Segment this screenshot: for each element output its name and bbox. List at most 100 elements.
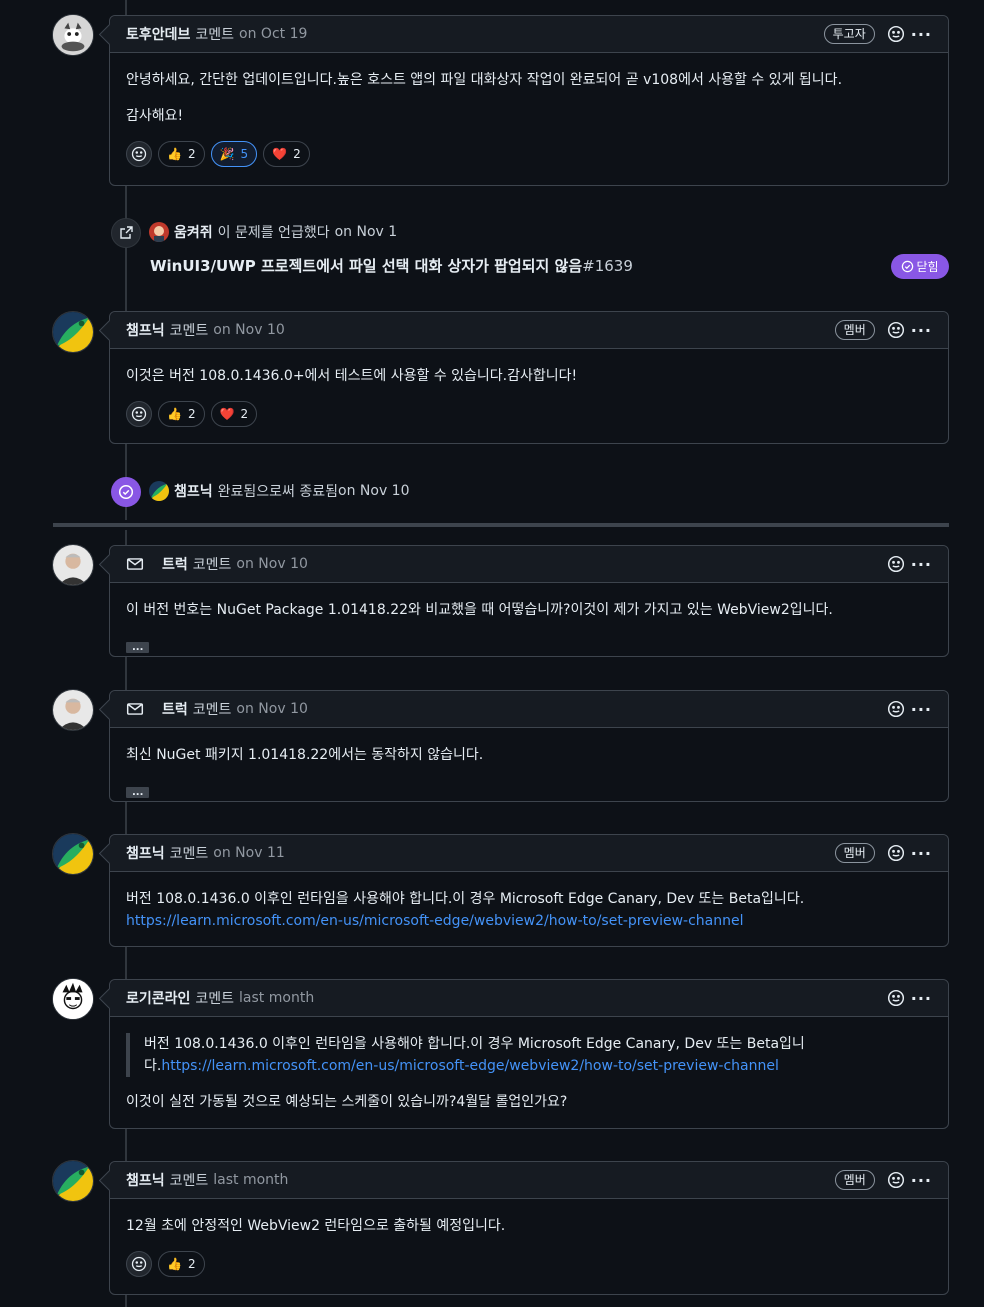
kebab-horizontal-icon[interactable]: ··· bbox=[911, 321, 932, 340]
kebab-horizontal-icon[interactable]: ··· bbox=[911, 1171, 932, 1190]
blockquote: 버전 108.0.1436.0 이후인 런타임을 사용해야 합니다.이 경우 M… bbox=[126, 1033, 932, 1077]
author-role-badge: 멤버 bbox=[834, 320, 875, 340]
reaction-heart[interactable]: ❤️ 2 bbox=[263, 141, 310, 167]
comment-author[interactable]: 챔프닉 bbox=[126, 1170, 165, 1190]
reaction-hooray[interactable]: 🎉 5 bbox=[210, 141, 258, 167]
comment-author[interactable]: 트럭 bbox=[162, 699, 188, 719]
comment-header: 토후안데브 코멘트 on Oct 19 투고자 ··· bbox=[110, 16, 948, 53]
comment-body: 버전 108.0.1436.0 이후인 런타임을 사용해야 합니다.이 경우 M… bbox=[110, 1017, 948, 1127]
event-author[interactable]: 움켜쥐 bbox=[174, 222, 213, 242]
comment-author[interactable]: 로기콘라인 bbox=[126, 988, 190, 1008]
comment-body: 이 버전 번호는 NuGet Package 1.01418.22와 비교했을 … bbox=[110, 583, 948, 671]
kebab-horizontal-icon[interactable]: ··· bbox=[911, 555, 932, 574]
comment-verb: 코멘트 bbox=[169, 846, 209, 862]
comment-verb: 코멘트 bbox=[169, 1173, 209, 1189]
reaction-count: 2 bbox=[240, 407, 249, 421]
kebab-horizontal-icon[interactable]: ··· bbox=[911, 700, 932, 719]
comment-timestamp[interactable]: on Nov 10 bbox=[213, 322, 284, 338]
avatar[interactable] bbox=[52, 544, 94, 586]
reaction-thumbs-up[interactable]: 👍 2 bbox=[158, 401, 205, 427]
thumbs-up-icon: 👍 bbox=[167, 407, 182, 421]
avatar[interactable] bbox=[52, 1160, 94, 1202]
comment-author[interactable]: 토후안데브 bbox=[126, 24, 190, 44]
comment: 챔프닉 코멘트 on Nov 10 멤버 ··· 이것은 버전 108.0.14… bbox=[109, 311, 949, 444]
cross-reference-badge bbox=[111, 218, 141, 248]
issue-state-badge: 닫힘 bbox=[891, 254, 949, 279]
comment-timestamp[interactable]: last month bbox=[213, 1172, 288, 1188]
comment-paragraph: 감사해요! bbox=[126, 108, 184, 124]
timeline-separator bbox=[53, 523, 949, 527]
event-author[interactable]: 챔프닉 bbox=[174, 481, 213, 501]
comment-header: 챔프닉 코멘트 on Nov 11 멤버 ··· bbox=[110, 835, 948, 872]
comment-author[interactable]: 트럭 bbox=[162, 554, 188, 574]
mail-icon bbox=[126, 558, 144, 570]
kebab-horizontal-icon[interactable]: ··· bbox=[911, 844, 932, 863]
comment-timestamp[interactable]: on Nov 10 bbox=[236, 701, 307, 717]
kebab-horizontal-icon[interactable]: ··· bbox=[911, 989, 932, 1008]
author-role-badge: 투고자 bbox=[823, 24, 875, 44]
comment-header: 챔프닉 코멘트 on Nov 10 멤버 ··· bbox=[110, 312, 948, 349]
avatar[interactable] bbox=[52, 14, 94, 56]
reaction-count: 5 bbox=[240, 147, 249, 161]
preview-channel-link[interactable]: https://learn.microsoft.com/en-us/micros… bbox=[161, 1058, 779, 1074]
issue-state-label: 닫힘 bbox=[916, 260, 939, 274]
referenced-issue-link[interactable]: WinUI3/UWP 프로젝트에서 파일 선택 대화 상자가 팝업되지 않음#1… bbox=[150, 255, 633, 276]
comment: 토후안데브 코멘트 on Oct 19 투고자 ··· 안녕하세요, 간단한 업… bbox=[109, 15, 949, 186]
comment-paragraph: 안녕하세요, 간단한 업데이트입니다.높은 호스트 앱의 파일 대화상자 작업이… bbox=[126, 72, 843, 88]
show-quoted-text-button[interactable]: ... bbox=[126, 642, 150, 653]
avatar[interactable] bbox=[149, 222, 169, 242]
mention-event: 움켜쥐 이 문제를 언급했다 on Nov 1 bbox=[149, 222, 397, 242]
quote-line: 버전 108.0.1436.0 이후인 런타임을 사용해야 합니다.이 경우 M… bbox=[144, 1036, 805, 1052]
reaction-thumbs-up[interactable]: 👍 2 bbox=[158, 141, 205, 167]
comment-body: 최신 NuGet 패키지 1.01418.22에서는 동작하지 않습니다. ..… bbox=[110, 728, 948, 816]
comment-timestamp[interactable]: on Oct 19 bbox=[239, 26, 307, 42]
reaction-count: 2 bbox=[187, 1257, 196, 1271]
comment-verb: 코멘트 bbox=[192, 702, 232, 718]
comment-paragraph: 이 버전 번호는 NuGet Package 1.01418.22와 비교했을 … bbox=[126, 602, 833, 618]
comment-header: 트럭 코멘트 on Nov 10 ··· bbox=[110, 546, 948, 583]
reaction-thumbs-up[interactable]: 👍 2 bbox=[158, 1251, 205, 1277]
check-circle-icon bbox=[118, 484, 134, 500]
smiley-icon[interactable] bbox=[885, 987, 907, 1009]
event-text: 완료됨으로써 종료됨 bbox=[217, 484, 339, 500]
event-timestamp[interactable]: on Nov 10 bbox=[338, 483, 409, 499]
reaction-count: 2 bbox=[293, 147, 301, 161]
event-timestamp[interactable]: on Nov 1 bbox=[335, 224, 398, 240]
comment-timestamp[interactable]: on Nov 11 bbox=[213, 845, 284, 861]
smiley-icon[interactable] bbox=[885, 698, 907, 720]
comment-author[interactable]: 챔프닉 bbox=[126, 843, 165, 863]
mail-icon bbox=[126, 703, 144, 715]
smiley-icon[interactable] bbox=[885, 319, 907, 341]
avatar[interactable] bbox=[52, 833, 94, 875]
kebab-horizontal-icon[interactable]: ··· bbox=[911, 25, 932, 44]
comment-timestamp[interactable]: last month bbox=[239, 990, 314, 1006]
add-reaction-button[interactable] bbox=[126, 141, 152, 167]
comment: 챔프닉 코멘트 last month 멤버 ··· 12월 초에 안정적인 We… bbox=[109, 1161, 949, 1295]
referenced-issue-number[interactable]: #1639 bbox=[582, 257, 633, 275]
comment: 로기콘라인 코멘트 last month ··· 버전 108.0.1436.0… bbox=[109, 979, 949, 1129]
cross-reference-icon bbox=[120, 226, 133, 239]
comment-verb: 코멘트 bbox=[195, 27, 235, 43]
avatar[interactable] bbox=[52, 311, 94, 353]
author-role-badge: 멤버 bbox=[834, 843, 875, 863]
heart-icon: ❤️ bbox=[219, 407, 235, 421]
avatar[interactable] bbox=[149, 481, 169, 501]
add-reaction-button[interactable] bbox=[126, 401, 152, 427]
avatar[interactable] bbox=[52, 978, 94, 1020]
reaction-heart[interactable]: ❤️ 2 bbox=[210, 401, 258, 427]
preview-channel-link[interactable]: https://learn.microsoft.com/en-us/micros… bbox=[126, 910, 932, 932]
smiley-icon[interactable] bbox=[885, 1169, 907, 1191]
comment-header: 로기콘라인 코멘트 last month ··· bbox=[110, 980, 948, 1017]
closed-event: 챔프닉 완료됨으로써 종료됨 on Nov 10 bbox=[149, 481, 410, 501]
comment: 트럭 코멘트 on Nov 10 ··· 이 버전 번호는 NuGet Pack… bbox=[109, 545, 949, 657]
smiley-icon[interactable] bbox=[885, 553, 907, 575]
smiley-icon[interactable] bbox=[885, 842, 907, 864]
comment-header: 트럭 코멘트 on Nov 10 ··· bbox=[110, 691, 948, 728]
referenced-issue-title[interactable]: WinUI3/UWP 프로젝트에서 파일 선택 대화 상자가 팝업되지 않음 bbox=[150, 257, 582, 275]
avatar[interactable] bbox=[52, 689, 94, 731]
comment-timestamp[interactable]: on Nov 10 bbox=[236, 556, 307, 572]
comment-author[interactable]: 챔프닉 bbox=[126, 320, 165, 340]
smiley-icon[interactable] bbox=[885, 23, 907, 45]
add-reaction-button[interactable] bbox=[126, 1251, 152, 1277]
show-quoted-text-button[interactable]: ... bbox=[126, 787, 150, 798]
